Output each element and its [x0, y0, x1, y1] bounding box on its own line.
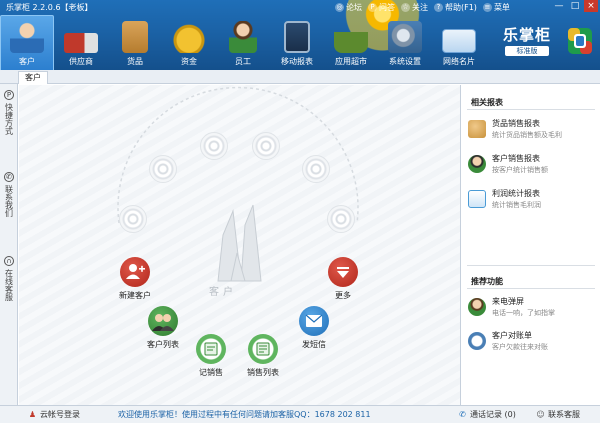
nav-item-supplier[interactable]: 供应商 — [54, 15, 108, 70]
follow-icon: ☆ — [401, 2, 410, 12]
header: 乐掌柜 2.2.0.6【老板】 ◎ 论坛 P 问答 ☆ 关注 ? 帮助(F1) ≡ 菜单 … — [0, 0, 600, 70]
basket-icon — [334, 21, 368, 53]
statement-icon — [468, 332, 486, 350]
brand-name: 乐掌柜 — [502, 26, 551, 44]
account-login-link[interactable]: ♟ 云帐号登录 — [28, 409, 80, 420]
support-agent-icon: ☺ — [536, 410, 545, 419]
window-controls: — □ × — [552, 0, 598, 12]
truck-icon — [64, 33, 98, 53]
tab-customer[interactable]: 客户 — [18, 71, 48, 84]
add-user-icon — [120, 257, 150, 287]
more-button[interactable]: 更多 — [328, 257, 358, 301]
app-window: 乐掌柜 2.2.0.6【老板】 ◎ 论坛 P 问答 ☆ 关注 ? 帮助(F1) ≡ 菜单 … — [0, 0, 600, 423]
building-illustration — [217, 204, 262, 282]
title-bar: 乐掌柜 2.2.0.6【老板】 ◎ 论坛 P 问答 ☆ 关注 ? 帮助(F1) ≡ 菜单 … — [0, 0, 600, 14]
left-sidebar: P 快捷方式 ✆ 联系我们 ∩ 在线客服 — [0, 84, 18, 405]
contact-support-link[interactable]: ☺ 联系客服 — [536, 409, 580, 420]
report-profit[interactable]: 利润统计报表 统计销售毛利润 — [468, 188, 596, 214]
gear-monitor-icon — [388, 21, 422, 53]
boxes-icon — [122, 21, 148, 53]
top-link-forum[interactable]: ◎ 论坛 — [335, 1, 362, 13]
top-link-help[interactable]: ? 帮助(F1) — [434, 1, 477, 13]
sidebar-item-online-service[interactable]: ∩ 在线客服 — [2, 256, 16, 301]
nav-item-staff[interactable]: 员工 — [216, 15, 270, 70]
workflow-arc — [117, 86, 359, 282]
top-link-menu[interactable]: ≡ 菜单 — [482, 1, 510, 13]
send-sms-button[interactable]: 发短信 — [299, 306, 329, 350]
inactive-node — [200, 132, 228, 160]
top-link-qa[interactable]: P 问答 — [368, 1, 395, 13]
contact-icon: ✆ — [4, 172, 14, 182]
record-sale-button[interactable]: 记销售 — [196, 334, 226, 378]
inactive-node — [327, 205, 355, 233]
headset-icon: ∩ — [4, 256, 14, 266]
nav-item-mobile-report[interactable]: 移动报表 — [270, 15, 324, 70]
tablet-report-icon — [284, 21, 310, 53]
recommend-title: 推荐功能 — [471, 277, 503, 286]
new-customer-button[interactable]: 新建客户 — [119, 257, 151, 301]
brand-logo — [568, 28, 592, 54]
right-panel: 相关报表 货品销售报表 统计货品销售额及毛利 客户销售报表 按客户统计销售额 利润统… — [460, 85, 600, 405]
report-goods-sales[interactable]: 货品销售报表 统计货品销售额及毛利 — [468, 118, 596, 144]
inactive-node — [302, 155, 330, 183]
welcome-message: 欢迎使用乐掌柜！使用过程中有任何问题请加客服QQ：1678 202 811 — [118, 410, 371, 419]
brand-edition: 标准版 — [505, 46, 549, 56]
envelope-icon — [299, 306, 329, 336]
staff-icon — [229, 21, 257, 53]
profit-chart-icon — [468, 190, 486, 208]
inactive-node — [119, 205, 147, 233]
user-icon: ♟ — [28, 410, 37, 419]
feature-caller-popup[interactable]: 来电弹屏 电话一响，了如指掌 — [468, 296, 596, 322]
main-nav: 客户 供应商 货品 资金 员工 移动报表 应用超市 系统设置 网络名片 — [0, 15, 486, 70]
call-log-link[interactable]: ✆ 通话记录 (0) — [458, 409, 516, 420]
divider — [467, 265, 595, 266]
people-icon — [148, 306, 178, 336]
close-button[interactable]: × — [584, 0, 598, 12]
name-card-icon — [442, 29, 476, 53]
tab-strip: 客户 — [0, 70, 600, 84]
sidebar-item-shortcuts[interactable]: P 快捷方式 — [2, 90, 16, 135]
brand: 乐掌柜 标准版 — [493, 24, 561, 60]
sidebar-item-contact[interactable]: ✆ 联系我们 — [2, 172, 16, 217]
center-label: 客户 — [209, 287, 237, 298]
nav-item-app-market[interactable]: 应用超市 — [324, 15, 378, 70]
nav-item-name-card[interactable]: 网络名片 — [432, 15, 486, 70]
minimize-button[interactable]: — — [552, 0, 566, 12]
shortcut-icon: P — [4, 90, 14, 100]
nav-item-goods[interactable]: 货品 — [108, 15, 162, 70]
customer-icon — [10, 21, 44, 53]
nav-item-funds[interactable]: 资金 — [162, 15, 216, 70]
question-icon: P — [368, 2, 377, 12]
sales-list-icon — [248, 334, 278, 364]
reports-title: 相关报表 — [471, 98, 503, 107]
top-links: ◎ 论坛 P 问答 ☆ 关注 ? 帮助(F1) ≡ 菜单 — [335, 1, 510, 13]
report-customer-sales[interactable]: 客户销售报表 按客户统计销售额 — [468, 153, 596, 179]
app-title: 乐掌柜 2.2.0.6【老板】 — [6, 3, 93, 12]
divider — [467, 109, 595, 110]
status-bar: ♟ 云帐号登录 欢迎使用乐掌柜！使用过程中有任何问题请加客服QQ：1678 20… — [0, 405, 600, 423]
goods-report-icon — [468, 120, 486, 138]
customer-list-button[interactable]: 客户列表 — [147, 306, 179, 350]
nav-item-customer[interactable]: 客户 — [0, 15, 54, 70]
inactive-node — [252, 132, 280, 160]
inactive-node — [149, 155, 177, 183]
customer-workflow-canvas: 客户 新建客户 更多 客户列表 发短信 记销售 销售列表 — [19, 85, 460, 405]
nav-item-settings[interactable]: 系统设置 — [378, 15, 432, 70]
money-bag-icon — [172, 21, 206, 53]
sales-note-icon — [196, 334, 226, 364]
dropdown-icon — [328, 257, 358, 287]
forum-icon: ◎ — [335, 2, 344, 12]
phone-icon: ✆ — [459, 410, 466, 419]
divider — [467, 288, 595, 289]
caller-icon — [468, 298, 486, 316]
customer-report-icon — [468, 155, 486, 173]
maximize-button[interactable]: □ — [568, 0, 582, 12]
sales-list-button[interactable]: 销售列表 — [247, 334, 279, 378]
feature-customer-statement[interactable]: 客户对账单 客户欠款往来对账 — [468, 330, 596, 356]
menu-icon: ≡ — [482, 2, 492, 12]
top-link-follow[interactable]: ☆ 关注 — [401, 1, 428, 13]
help-icon: ? — [434, 2, 443, 12]
